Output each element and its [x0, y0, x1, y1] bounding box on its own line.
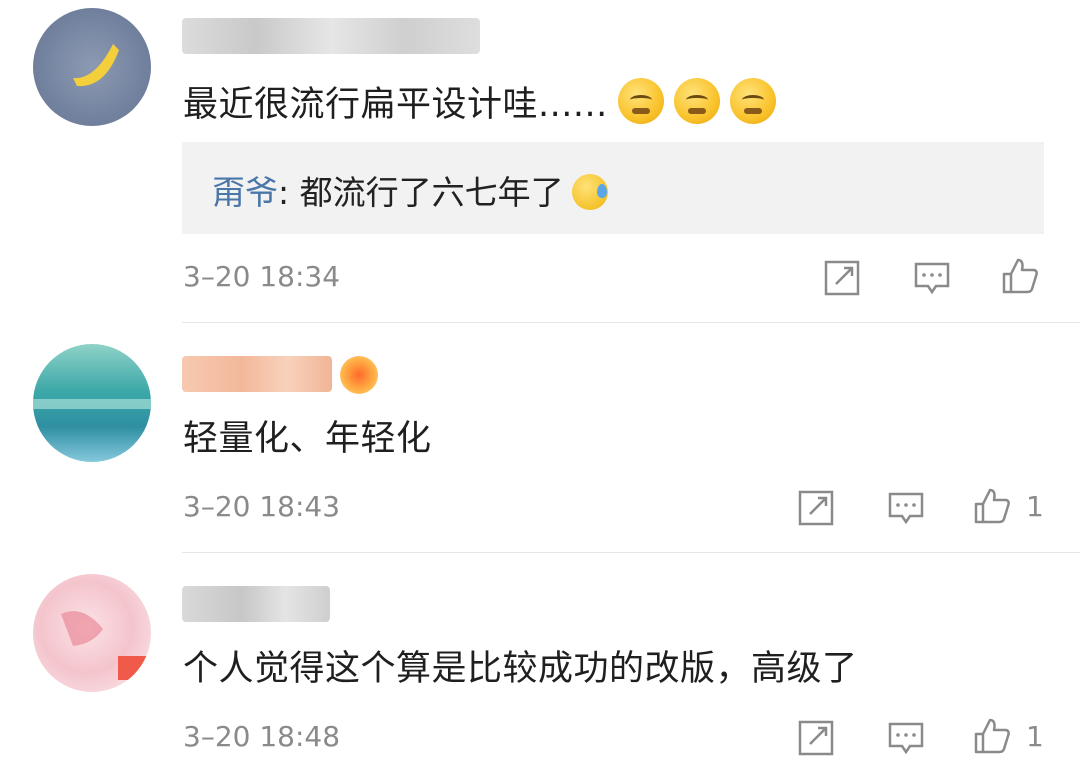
sweat-face-emoji [571, 174, 608, 210]
comment-text: 个人觉得这个算是比较成功的改版，高级了 [183, 649, 858, 689]
comment-text: 最近很流行扁平设计哇...... [183, 85, 608, 125]
like-count: 1 [1026, 490, 1044, 523]
user-badge [340, 356, 378, 394]
comment-time: 3–20 18:34 [183, 260, 341, 293]
username-blurred[interactable] [182, 18, 480, 54]
share-icon[interactable] [822, 258, 862, 298]
reply-separator: : [278, 173, 300, 212]
username-blurred[interactable] [182, 356, 332, 392]
thumbs-up-icon[interactable] [972, 716, 1012, 756]
avatar[interactable] [33, 8, 151, 126]
avatar-image [73, 44, 119, 87]
comment-text-row: 最近很流行扁平设计哇...... [183, 76, 776, 127]
avatar[interactable] [33, 344, 151, 462]
avatar-image [33, 399, 151, 409]
reply-author[interactable]: 甭爷 [212, 173, 278, 212]
comment-text: 轻量化、年轻化 [183, 419, 432, 459]
comment-time: 3–20 18:43 [183, 490, 341, 523]
thumbs-up-icon[interactable] [1000, 256, 1040, 296]
comment-item: 最近很流行扁平设计哇...... 甭爷: 都流行了六七年了 3–20 18:34 [0, 0, 1080, 322]
comment-time: 3–20 18:48 [183, 720, 341, 753]
thinking-face-emoji [617, 78, 664, 124]
thumbs-up-icon[interactable] [972, 486, 1012, 526]
share-icon[interactable] [796, 718, 836, 758]
username-blurred[interactable] [182, 586, 330, 622]
reply-text: 都流行了六七年了 [299, 173, 564, 212]
comment-icon[interactable] [886, 718, 926, 758]
comment-item: 个人觉得这个算是比较成功的改版，高级了 3–20 18:48 1 [0, 552, 1080, 780]
comment-icon[interactable] [912, 258, 952, 298]
thinking-face-emoji [673, 78, 720, 124]
reply-preview[interactable]: 甭爷: 都流行了六七年了 [182, 142, 1044, 234]
like-count: 1 [1026, 720, 1044, 753]
avatar[interactable] [33, 574, 151, 692]
reply-text-row: 甭爷: 都流行了六七年了 [212, 166, 608, 214]
thinking-face-emoji [729, 78, 776, 124]
share-icon[interactable] [796, 488, 836, 528]
comment-item: 轻量化、年轻化 3–20 18:43 1 [0, 322, 1080, 552]
comment-icon[interactable] [886, 488, 926, 528]
avatar-image [61, 611, 148, 680]
